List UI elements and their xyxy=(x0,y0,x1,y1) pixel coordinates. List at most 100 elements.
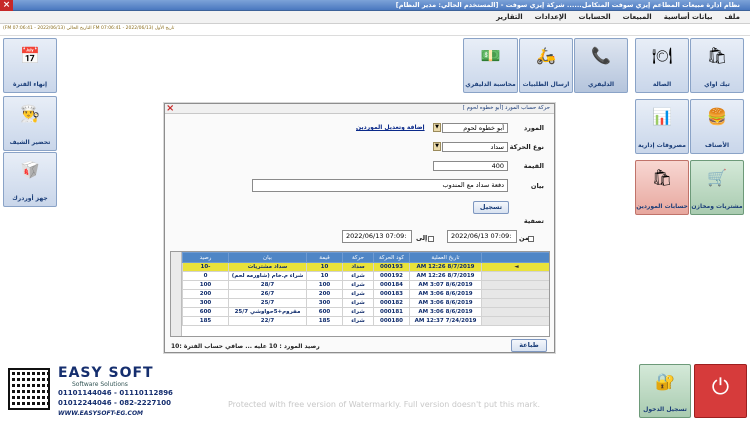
cell-statement: شراء م.خام (شاورمه لحم) xyxy=(228,271,307,281)
cell-movement: شراء xyxy=(342,298,374,308)
tile-ready[interactable]: 🥡 جهز أوردرك xyxy=(3,152,57,207)
tile-login[interactable]: 🔐 تسجيل الدخول xyxy=(639,364,691,418)
website: WWW.EASYSOFT-EG.COM xyxy=(58,410,144,417)
tile-expenses[interactable]: 📊 مصروفات إدارية xyxy=(635,99,689,154)
menu-bar: ملفبيانات أساسيةالمبيعاتالحساباتالإعدادا… xyxy=(0,11,750,24)
cell-balance: 600 xyxy=(182,307,229,317)
takeout-box-icon: 🥡 xyxy=(20,160,40,179)
tile-send-orders[interactable]: 🛵 ارسال الطلبيات xyxy=(519,38,573,93)
tile-end-shift[interactable]: 📅 إنهاء الفترة xyxy=(3,38,57,93)
table-row[interactable]: 300 25/7 300 شراء 000182 AM 3:06 8/6/201… xyxy=(182,298,549,308)
cell-balance: 200 xyxy=(182,289,229,299)
scooter-icon: 🛵 xyxy=(536,46,556,65)
from-date-input[interactable]: 2022/06/13 07:09: xyxy=(447,230,517,243)
cell-code: 000181 xyxy=(373,307,410,317)
status-text: (FM 07:06:41 - 2022/06/13) التاريخ الحال… xyxy=(3,26,175,31)
cell-date: AM 3:06 8/6/2019 xyxy=(409,298,482,308)
window-close-button[interactable]: × xyxy=(0,0,13,11)
table-row[interactable]: 100 28/7 100 شراء 000184 AM 3:07 8/6/201… xyxy=(182,280,549,290)
tile-chef[interactable]: 👨‍🍳 تحضير الشيف xyxy=(3,96,57,151)
phone-line-1: 01101144046 - 01110112896 xyxy=(58,389,173,397)
chevron-down-icon[interactable]: ▼ xyxy=(433,142,441,151)
tile-purchases[interactable]: 🛒 مشتريات ومخازن xyxy=(690,160,744,215)
statement-input[interactable]: دفعة سداد مع المندوب xyxy=(252,179,508,192)
cell-amount: 100 xyxy=(306,280,343,290)
tile-supplier-accounts[interactable]: 🛍 حسابات الموردين xyxy=(635,160,689,215)
table-row[interactable]: 600 25/7 مفروم+5حواوشي 600 شراء 000181 A… xyxy=(182,307,549,317)
tile-label: الصالة xyxy=(652,81,672,88)
to-checkbox[interactable] xyxy=(428,236,434,242)
cell-balance: 185 xyxy=(182,316,229,326)
to-label: إلى xyxy=(416,234,428,242)
tile-delivery-accounting[interactable]: 💵 محاسبة الدليفري xyxy=(463,38,518,93)
row-indicator xyxy=(481,316,549,326)
menu-sales[interactable]: المبيعات xyxy=(617,11,658,24)
amount-input[interactable]: 400 xyxy=(433,161,508,171)
window-title: نظام ادارة مبيعات المطاعم إيزي سوفت المت… xyxy=(395,1,740,9)
cell-balance: 10- xyxy=(182,262,229,272)
watermarkly-notice: Protected with free version of Watermark… xyxy=(228,400,540,409)
col-movement[interactable]: حركة xyxy=(342,252,374,263)
table-row[interactable]: 10- سداد مشتريات 10 سداد 000193 AM 12:26… xyxy=(182,262,549,272)
row-indicator xyxy=(481,271,549,281)
supplier-balance-summary: رصيد المورد : 10 عليه ... صافي حساب الفت… xyxy=(171,343,320,350)
row-indicator xyxy=(481,280,549,290)
power-button[interactable]: ⏻ xyxy=(694,364,747,418)
tile-hall[interactable]: 🍽 الصالة xyxy=(635,38,689,93)
table-row[interactable]: 0 شراء م.خام (شاورمه لحم) 10 شراء 000192… xyxy=(182,271,549,281)
tile-items[interactable]: 🍔 الأصناف xyxy=(690,99,744,154)
menu-reports[interactable]: التقارير xyxy=(490,11,529,24)
col-date[interactable]: تاريخ العملية xyxy=(409,252,482,263)
dialog-title: حركة حساب المورد [أبو خطوه لحوم ] xyxy=(462,105,550,111)
cell-statement: 26/7 xyxy=(228,289,307,299)
menu-accounts[interactable]: الحسابات xyxy=(573,11,617,24)
cell-movement: شراء xyxy=(342,280,374,290)
brand-name: EASY SOFT xyxy=(58,365,154,381)
statement-label: بيان xyxy=(530,182,544,190)
to-date-input[interactable]: 2022/06/13 07:09: xyxy=(342,230,412,243)
supplier-label: المورد xyxy=(523,124,544,132)
table-scrollbar[interactable] xyxy=(171,252,182,336)
supplier-select[interactable]: أبو خطوه لحوم xyxy=(442,123,508,133)
window-title-bar: × نظام ادارة مبيعات المطاعم إيزي سوفت ال… xyxy=(0,0,750,11)
tile-delivery[interactable]: 📞 الدليفري xyxy=(574,38,628,93)
cell-statement: 25/7 xyxy=(228,298,307,308)
col-balance[interactable]: رصيد xyxy=(182,252,229,263)
transactions-table: رصيد بيان قيمة حركة كود الحركة تاريخ الع… xyxy=(170,251,550,337)
chef-icon: 👨‍🍳 xyxy=(20,104,40,123)
phone-line-2: 01012244046 - 082-2227100 xyxy=(58,399,171,407)
from-checkbox[interactable] xyxy=(528,236,534,242)
power-icon: ⏻ xyxy=(711,375,730,400)
col-amount[interactable]: قيمة xyxy=(306,252,343,263)
col-statement[interactable]: بيان xyxy=(228,252,307,263)
filter-label: تصفية xyxy=(523,217,544,225)
tile-takeaway[interactable]: 🛍 تيك اواي xyxy=(690,38,744,93)
cell-date: AM 3:07 8/6/2019 xyxy=(409,280,482,290)
tile-label: مشتريات ومخازن xyxy=(691,203,743,210)
menu-basic-data[interactable]: بيانات أساسية xyxy=(658,11,719,24)
dialog-close-button[interactable]: × xyxy=(166,103,174,114)
table-header-row: رصيد بيان قيمة حركة كود الحركة تاريخ الع… xyxy=(182,252,549,263)
chevron-down-icon[interactable]: ▼ xyxy=(433,123,441,132)
movement-type-select[interactable]: سداد xyxy=(442,142,508,152)
tile-label: الدليفري xyxy=(587,81,615,88)
table-row[interactable]: 200 26/7 200 شراء 000183 AM 3:06 8/6/201… xyxy=(182,289,549,299)
menu-settings[interactable]: الإعدادات xyxy=(529,11,573,24)
row-indicator xyxy=(481,298,549,308)
save-button[interactable]: تسجيل xyxy=(473,201,509,214)
cell-amount: 200 xyxy=(306,289,343,299)
print-button[interactable]: طباعة xyxy=(511,339,547,352)
add-edit-suppliers-link[interactable]: إضافة وتعديل الموردين xyxy=(356,124,425,131)
tile-label: محاسبة الدليفري xyxy=(465,81,516,88)
cell-amount: 300 xyxy=(306,298,343,308)
row-indicator-icon: ◄ xyxy=(481,262,549,272)
row-indicator xyxy=(481,307,549,317)
cell-statement: سداد مشتريات xyxy=(228,262,307,272)
col-code[interactable]: كود الحركة xyxy=(373,252,410,263)
table-row[interactable]: 185 22/7 185 شراء 000180 AM 12:37 7/24/2… xyxy=(182,316,549,326)
brand-subtitle: Software Solutions xyxy=(72,381,128,388)
movement-type-label: نوع الحركة xyxy=(509,143,544,151)
cell-date: AM 12:26 8/7/2019 xyxy=(409,271,482,281)
menu-file[interactable]: ملف xyxy=(718,11,750,24)
cart-icon: 🛒 xyxy=(707,168,727,187)
